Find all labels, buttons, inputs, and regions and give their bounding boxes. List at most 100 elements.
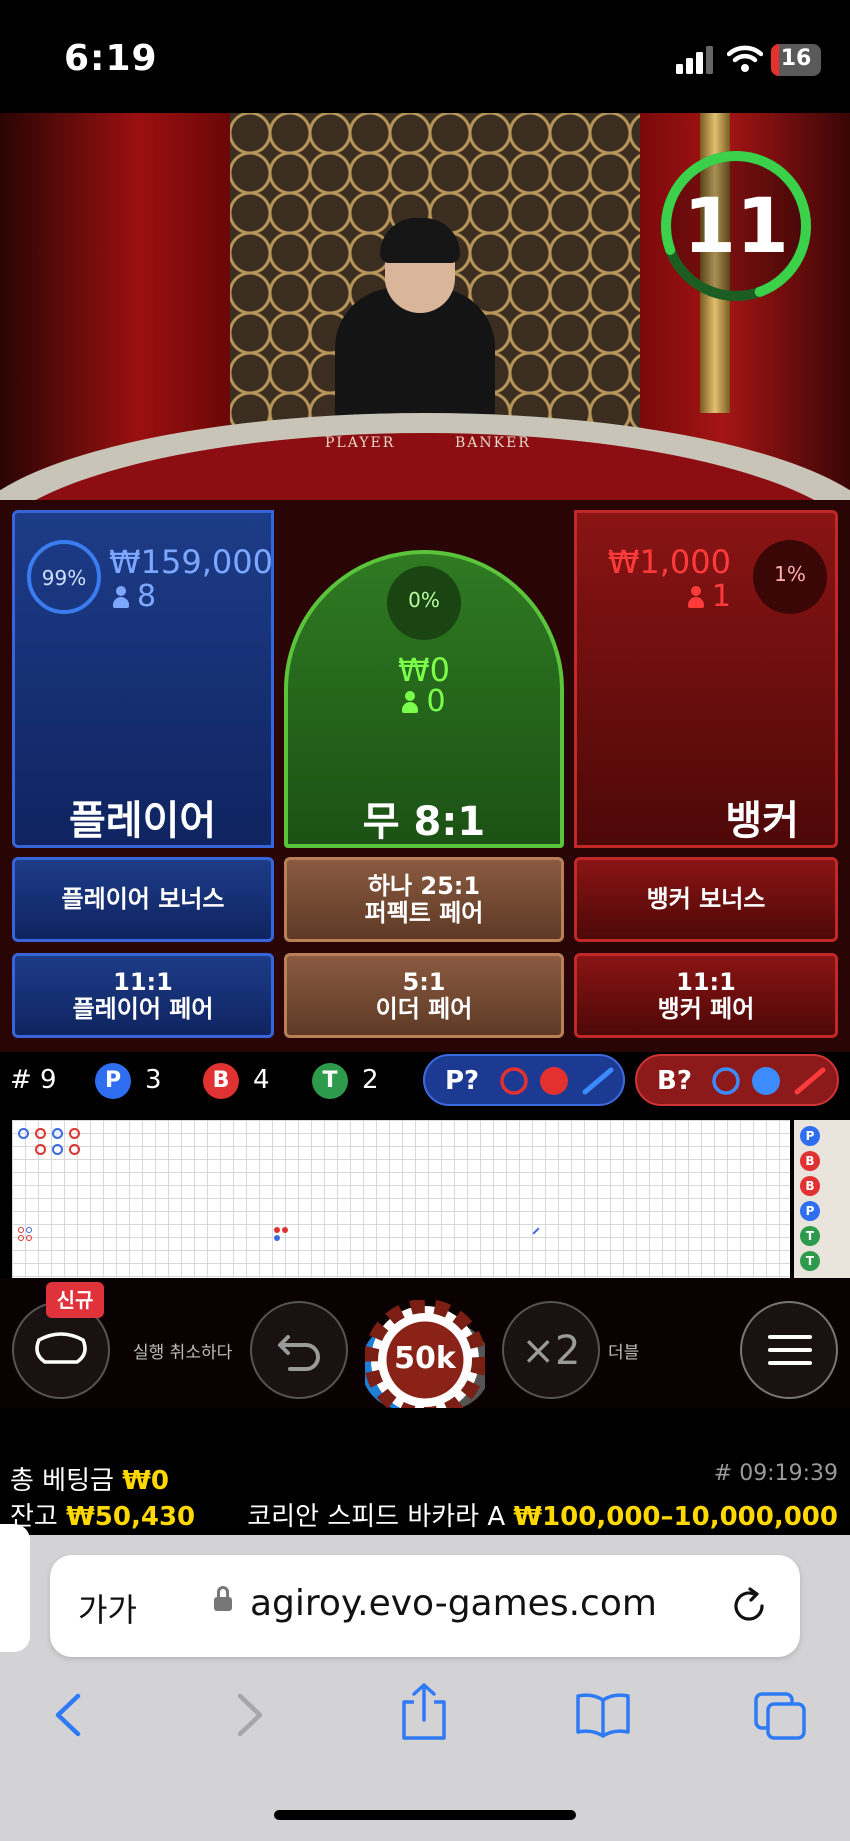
- player-title: 플레이어: [69, 798, 217, 844]
- battery-percent: 16: [780, 46, 812, 71]
- player-bonus-label: 플레이어 보너스: [61, 885, 225, 913]
- balance-row: 잔고 ₩50,430: [10, 1496, 195, 1533]
- player-bet-amount: ₩159,000: [109, 543, 273, 581]
- either-pair-label: 이더 페어: [375, 994, 473, 1023]
- banker-bonus-label: 뱅커 보너스: [646, 885, 766, 913]
- total-bet-value: ₩0: [122, 1466, 169, 1496]
- either-pair-button[interactable]: 5:1 이더 페어: [284, 953, 564, 1038]
- text-size-button[interactable]: 가가: [78, 1585, 137, 1631]
- bead-road-item: P: [800, 1126, 820, 1146]
- player-bonus-button[interactable]: 플레이어 보너스: [12, 857, 274, 942]
- bead-road-item: B: [800, 1176, 820, 1196]
- player-pair-label: 플레이어 페어: [72, 994, 214, 1023]
- url-text[interactable]: agiroy.evo-games.com: [250, 1583, 657, 1624]
- road-mark: [52, 1144, 63, 1155]
- player-win-badge: P: [95, 1063, 131, 1099]
- wifi-icon: [727, 45, 763, 72]
- new-badge: 신규: [46, 1282, 104, 1318]
- perfect-pair-label: 퍼펙트 페어: [364, 898, 484, 927]
- player-bettor-count-row: 8: [113, 579, 156, 614]
- road-mark-small: [274, 1227, 280, 1233]
- perfect-pair-odds: 하나 25:1: [367, 871, 481, 900]
- share-icon[interactable]: [398, 1682, 450, 1742]
- ask-player-label: P?: [445, 1066, 480, 1096]
- person-icon: [402, 691, 419, 713]
- tie-bettor-count: 0: [426, 684, 446, 719]
- ask-banker-button[interactable]: B?: [635, 1054, 839, 1106]
- table-info-row: 코리안 스피드 바카라 A ₩100,000–10,000,000: [247, 1496, 838, 1533]
- ask-player-preview-icons: [500, 1067, 614, 1095]
- round-time: # 09:19:39: [713, 1461, 838, 1486]
- tie-bettor-count-row: 0: [288, 684, 560, 719]
- bead-road-item: P: [800, 1201, 820, 1221]
- bead-road-item: T: [800, 1226, 820, 1246]
- battery-icon: 16: [771, 44, 821, 76]
- ask-banker-label: B?: [657, 1066, 692, 1096]
- table-name: 코리안 스피드 바카라 A: [247, 1502, 506, 1532]
- tie-bet-zone[interactable]: 0% ₩0 0 무 8:1: [284, 550, 564, 848]
- player-bettor-count: 8: [137, 579, 157, 614]
- double-symbol: ×2: [521, 1328, 581, 1374]
- bead-road-item: B: [800, 1151, 820, 1171]
- perfect-pair-button[interactable]: 하나 25:1 퍼펙트 페어: [284, 857, 564, 942]
- tie-percent: 0%: [408, 588, 440, 612]
- menu-button[interactable]: [740, 1301, 838, 1399]
- bet-limits: ₩100,000–10,000,000: [513, 1502, 838, 1532]
- player-bet-zone[interactable]: 99% ₩159,000 8 플레이어: [12, 510, 274, 848]
- player-pair-button[interactable]: 11:1 플레이어 페어: [12, 953, 274, 1038]
- total-bet-row: 총 베팅금 ₩0: [10, 1460, 169, 1497]
- table-banker-label: BANKER: [455, 435, 531, 451]
- banker-percent: 1%: [774, 562, 806, 586]
- player-pair-odds: 11:1: [113, 967, 173, 996]
- balance-value: ₩50,430: [66, 1502, 196, 1532]
- undo-button[interactable]: [250, 1301, 348, 1399]
- previous-tab-peek[interactable]: [0, 1524, 30, 1652]
- banker-title: 뱅커: [725, 798, 799, 844]
- tabs-icon[interactable]: [752, 1690, 808, 1742]
- table-oval-icon: [35, 1332, 87, 1364]
- ask-player-button[interactable]: P?: [423, 1054, 625, 1106]
- player-win-count: 3: [145, 1065, 162, 1095]
- either-pair-odds: 5:1: [402, 967, 446, 996]
- tie-percent-ring: 0%: [387, 566, 461, 640]
- cellular-signal-icon: [676, 46, 713, 74]
- banker-bettor-count-row: 1: [687, 579, 731, 614]
- banker-pair-label: 뱅커 페어: [657, 994, 755, 1023]
- home-indicator: [274, 1810, 576, 1820]
- banker-bet-zone[interactable]: 1% ₩1,000 1 뱅커: [574, 510, 838, 848]
- road-mark: [52, 1128, 63, 1139]
- table-player-label: PLAYER: [325, 435, 396, 451]
- undo-label: 실행 취소하다: [133, 1343, 233, 1363]
- total-bet-label: 총 베팅금: [10, 1466, 114, 1496]
- forward-icon[interactable]: [230, 1690, 270, 1740]
- player-percent: 99%: [41, 566, 87, 590]
- road-mark-small: [18, 1235, 24, 1241]
- hamburger-menu-icon: [768, 1335, 812, 1365]
- bead-road[interactable]: P B B P T T: [794, 1120, 850, 1278]
- reload-icon[interactable]: [728, 1585, 770, 1627]
- banker-pair-button[interactable]: 11:1 뱅커 페어: [574, 953, 838, 1038]
- player-percent-ring: 99%: [27, 540, 101, 614]
- banker-bonus-button[interactable]: 뱅커 보너스: [574, 857, 838, 942]
- back-icon[interactable]: [48, 1690, 88, 1740]
- road-mark: [35, 1144, 46, 1155]
- round-number: # 9: [10, 1065, 57, 1095]
- road-mark: [18, 1128, 29, 1139]
- banker-win-badge: B: [203, 1063, 239, 1099]
- countdown-seconds: 11: [683, 181, 789, 270]
- banker-percent-ring: 1%: [753, 540, 827, 614]
- double-button[interactable]: ×2: [502, 1301, 600, 1399]
- person-icon: [687, 586, 704, 608]
- tie-win-count: 2: [362, 1065, 379, 1095]
- scoreboard-roadmap[interactable]: [12, 1120, 790, 1278]
- banker-bet-amount: ₩1,000: [607, 543, 731, 581]
- road-mark-small: [274, 1235, 280, 1241]
- undo-icon: [278, 1335, 320, 1371]
- road-mark: [35, 1128, 46, 1139]
- road-mark: [69, 1128, 80, 1139]
- bookmarks-icon[interactable]: [574, 1690, 632, 1740]
- road-mark-small: [18, 1227, 24, 1233]
- status-time: 6:19: [64, 38, 158, 79]
- road-mark: [69, 1144, 80, 1155]
- banker-win-count: 4: [253, 1065, 270, 1095]
